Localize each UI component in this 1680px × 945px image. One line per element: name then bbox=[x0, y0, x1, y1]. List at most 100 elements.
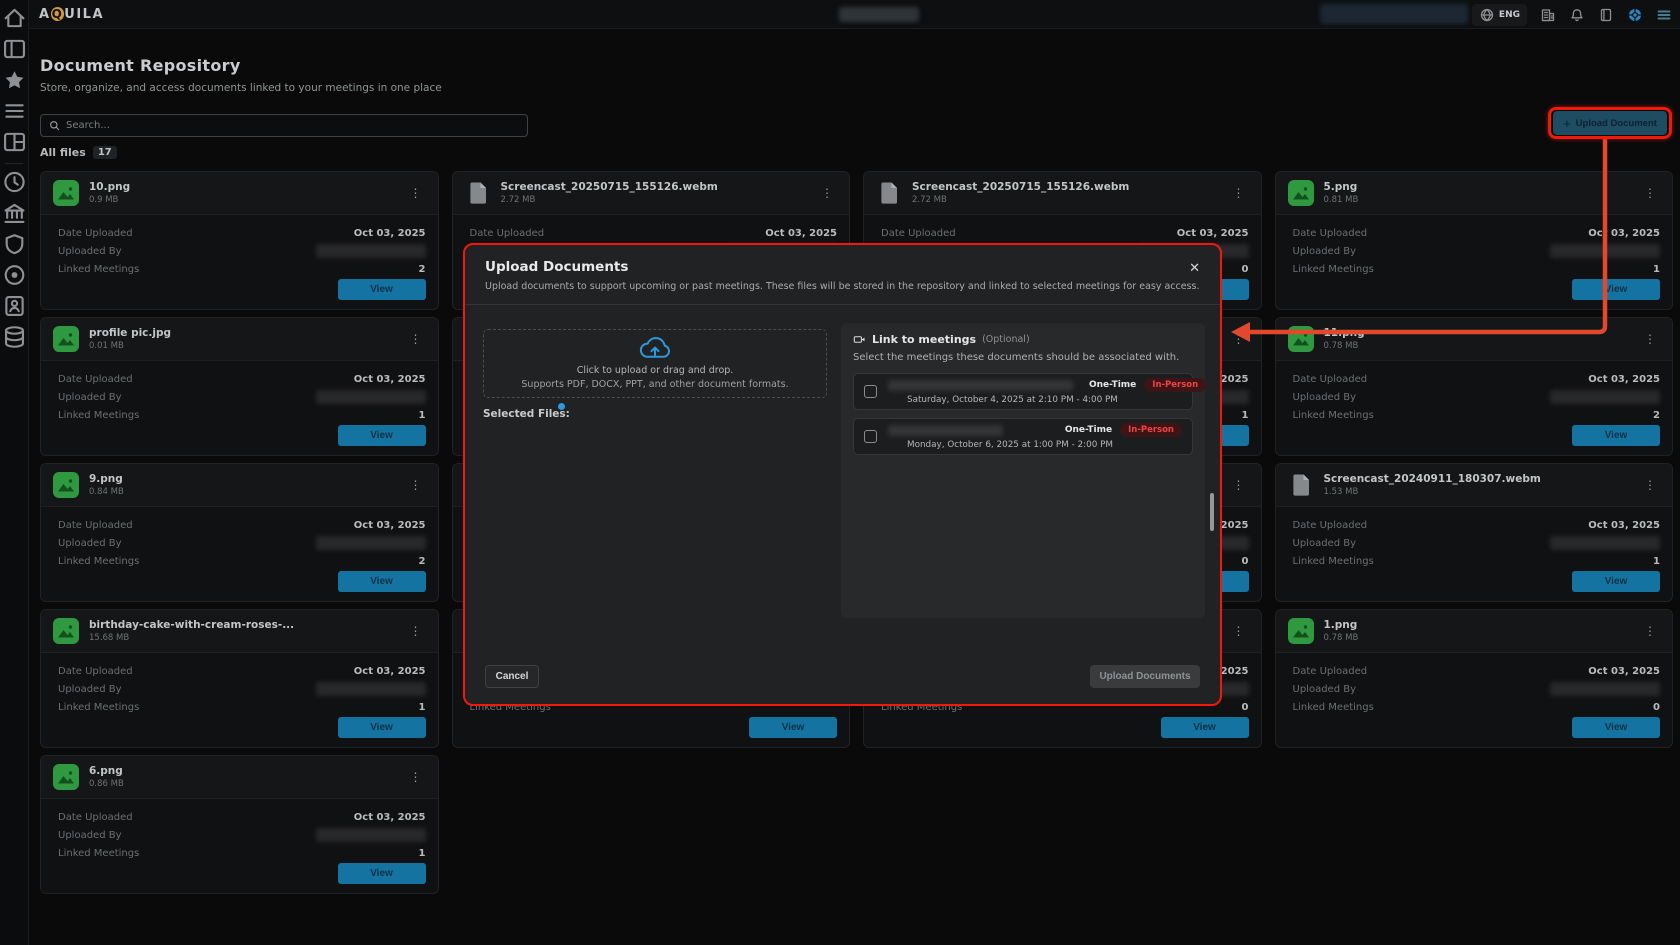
meeting-checkbox[interactable] bbox=[864, 430, 877, 443]
linked-meetings-count: 1 bbox=[419, 410, 426, 421]
sidebar-item-globe-dot-icon[interactable] bbox=[0, 262, 29, 288]
file-dropzone[interactable]: Click to upload or drag and drop. Suppor… bbox=[483, 329, 827, 398]
file-card-header: Screencast_20250715_155126.webm 2.72 MB … bbox=[453, 172, 850, 215]
date-uploaded-label: Date Uploaded bbox=[58, 228, 133, 239]
sidebar-item-bank-icon[interactable] bbox=[0, 200, 29, 226]
sidebar-item-star-icon[interactable] bbox=[0, 67, 29, 93]
file-card-header: 11.png 0.78 MB ⋮ bbox=[1276, 318, 1673, 361]
sidebar-item-list-icon[interactable] bbox=[0, 98, 29, 124]
sidebar-item-database-icon[interactable] bbox=[0, 324, 29, 350]
date-uploaded-label: Date Uploaded bbox=[1293, 520, 1368, 531]
date-uploaded-value: Oct 03, 2025 bbox=[354, 228, 426, 239]
uploaded-by-label: Uploaded By bbox=[1293, 684, 1357, 695]
meeting-row[interactable]: One-Time In-Person Monday, October 6, 20… bbox=[853, 418, 1193, 455]
video-file-icon bbox=[465, 180, 491, 206]
view-button[interactable]: View bbox=[338, 425, 426, 446]
linked-meetings-count: 1 bbox=[1653, 264, 1660, 275]
kebab-menu-icon[interactable]: ⋮ bbox=[1229, 622, 1249, 640]
help-icon[interactable] bbox=[1627, 7, 1643, 23]
view-button[interactable]: View bbox=[1572, 717, 1660, 738]
sidebar-item-shield-icon[interactable] bbox=[0, 231, 29, 257]
upload-documents-submit-button[interactable]: Upload Documents bbox=[1090, 665, 1200, 688]
sidebar-item-clock-icon[interactable] bbox=[0, 169, 29, 195]
kebab-menu-icon[interactable]: ⋮ bbox=[406, 768, 426, 786]
cancel-button[interactable]: Cancel bbox=[485, 665, 539, 688]
view-button[interactable]: View bbox=[338, 863, 426, 884]
sidebar-item-id-badge-icon[interactable] bbox=[0, 293, 29, 319]
view-button[interactable]: View bbox=[1161, 717, 1249, 738]
image-file-icon bbox=[1288, 326, 1314, 352]
view-button[interactable]: View bbox=[338, 717, 426, 738]
file-card: 11.png 0.78 MB ⋮ Date Uploaded Oct 03, 2… bbox=[1275, 317, 1674, 456]
linked-meetings-count: 1 bbox=[419, 702, 426, 713]
kebab-menu-icon[interactable]: ⋮ bbox=[1640, 622, 1660, 640]
meeting-mode-badge: In-Person bbox=[1144, 378, 1206, 392]
file-name: Screencast_20250715_155126.webm bbox=[912, 181, 1129, 195]
kebab-menu-icon[interactable]: ⋮ bbox=[1640, 330, 1660, 348]
linked-meetings-label: Linked Meetings bbox=[58, 556, 139, 567]
sidebar-item-kanban-icon[interactable] bbox=[0, 129, 29, 155]
sidebar-item-panel-icon[interactable] bbox=[0, 36, 29, 62]
kebab-menu-icon[interactable]: ⋮ bbox=[817, 184, 837, 202]
uploaded-by-redacted bbox=[1550, 536, 1660, 550]
search-input[interactable] bbox=[66, 120, 486, 131]
redacted-user-info bbox=[1320, 4, 1468, 24]
kebab-menu-icon[interactable]: ⋮ bbox=[1640, 476, 1660, 494]
meeting-row[interactable]: One-Time In-Person Saturday, October 4, … bbox=[853, 373, 1193, 410]
kebab-menu-icon[interactable]: ⋮ bbox=[406, 330, 426, 348]
menu-icon[interactable] bbox=[1656, 7, 1672, 23]
kebab-menu-icon[interactable]: ⋮ bbox=[406, 476, 426, 494]
linked-meetings-count: 2 bbox=[419, 264, 426, 275]
uploaded-by-redacted bbox=[316, 536, 426, 550]
topbar: AQUILA ENG bbox=[29, 0, 1680, 29]
calendar-icon bbox=[894, 441, 903, 450]
kebab-menu-icon[interactable]: ⋮ bbox=[406, 184, 426, 202]
view-button[interactable]: View bbox=[338, 571, 426, 592]
kebab-menu-icon[interactable]: ⋮ bbox=[1229, 476, 1249, 494]
uploaded-by-redacted bbox=[1550, 390, 1660, 404]
page-subtitle: Store, organize, and access documents li… bbox=[40, 82, 442, 94]
file-size: 15.68 MB bbox=[89, 633, 294, 643]
linked-meetings-count: 2 bbox=[419, 556, 426, 567]
view-button[interactable]: View bbox=[1572, 279, 1660, 300]
upload-document-button[interactable]: + Upload Document bbox=[1553, 111, 1667, 135]
file-card: 6.png 0.86 MB ⋮ Date Uploaded Oct 03, 20… bbox=[40, 755, 439, 894]
file-name: 5.png bbox=[1324, 181, 1359, 195]
sidebar-item-home-icon[interactable] bbox=[0, 5, 29, 31]
date-uploaded-value: Oct 03, 2025 bbox=[354, 374, 426, 385]
file-card-header: profile pic.jpg 0.01 MB ⋮ bbox=[41, 318, 438, 361]
language-label: ENG bbox=[1499, 10, 1520, 20]
meeting-datetime: Saturday, October 4, 2025 at 2:10 PM - 4… bbox=[907, 395, 1118, 405]
view-button[interactable]: View bbox=[749, 717, 837, 738]
kebab-menu-icon[interactable]: ⋮ bbox=[1229, 330, 1249, 348]
file-card-header: 1.png 0.78 MB ⋮ bbox=[1276, 610, 1673, 653]
file-size: 0.9 MB bbox=[89, 195, 130, 205]
file-size: 0.78 MB bbox=[1324, 633, 1359, 643]
date-uploaded-label: Date Uploaded bbox=[58, 374, 133, 385]
scrollbar-thumb[interactable] bbox=[1210, 493, 1214, 531]
kebab-menu-icon[interactable]: ⋮ bbox=[1640, 184, 1660, 202]
view-button[interactable]: View bbox=[338, 279, 426, 300]
uploaded-by-redacted bbox=[316, 828, 426, 842]
notebook-icon[interactable] bbox=[1598, 7, 1614, 23]
dropzone-line1: Click to upload or drag and drop. bbox=[577, 365, 734, 376]
date-uploaded-value: Oct 03, 2025 bbox=[354, 812, 426, 823]
view-button[interactable]: View bbox=[1572, 425, 1660, 446]
office-building-icon[interactable] bbox=[1540, 7, 1556, 23]
brand-logo[interactable]: AQUILA bbox=[39, 7, 104, 22]
language-selector[interactable]: ENG bbox=[1472, 4, 1527, 26]
close-icon[interactable]: ✕ bbox=[1185, 257, 1204, 280]
meeting-title-redacted bbox=[888, 380, 1073, 391]
file-size: 0.86 MB bbox=[89, 779, 124, 789]
plus-icon: + bbox=[1563, 116, 1571, 131]
search-bar[interactable] bbox=[40, 114, 528, 137]
linked-meetings-label: Linked Meetings bbox=[58, 702, 139, 713]
linked-meetings-count: 0 bbox=[1242, 702, 1249, 713]
bell-icon[interactable] bbox=[1569, 7, 1585, 23]
meeting-checkbox[interactable] bbox=[864, 385, 877, 398]
file-name: birthday-cake-with-cream-roses-... bbox=[89, 619, 294, 633]
kebab-menu-icon[interactable]: ⋮ bbox=[1229, 184, 1249, 202]
kebab-menu-icon[interactable]: ⋮ bbox=[406, 622, 426, 640]
view-button[interactable]: View bbox=[1572, 571, 1660, 592]
uploaded-by-label: Uploaded By bbox=[58, 392, 122, 403]
